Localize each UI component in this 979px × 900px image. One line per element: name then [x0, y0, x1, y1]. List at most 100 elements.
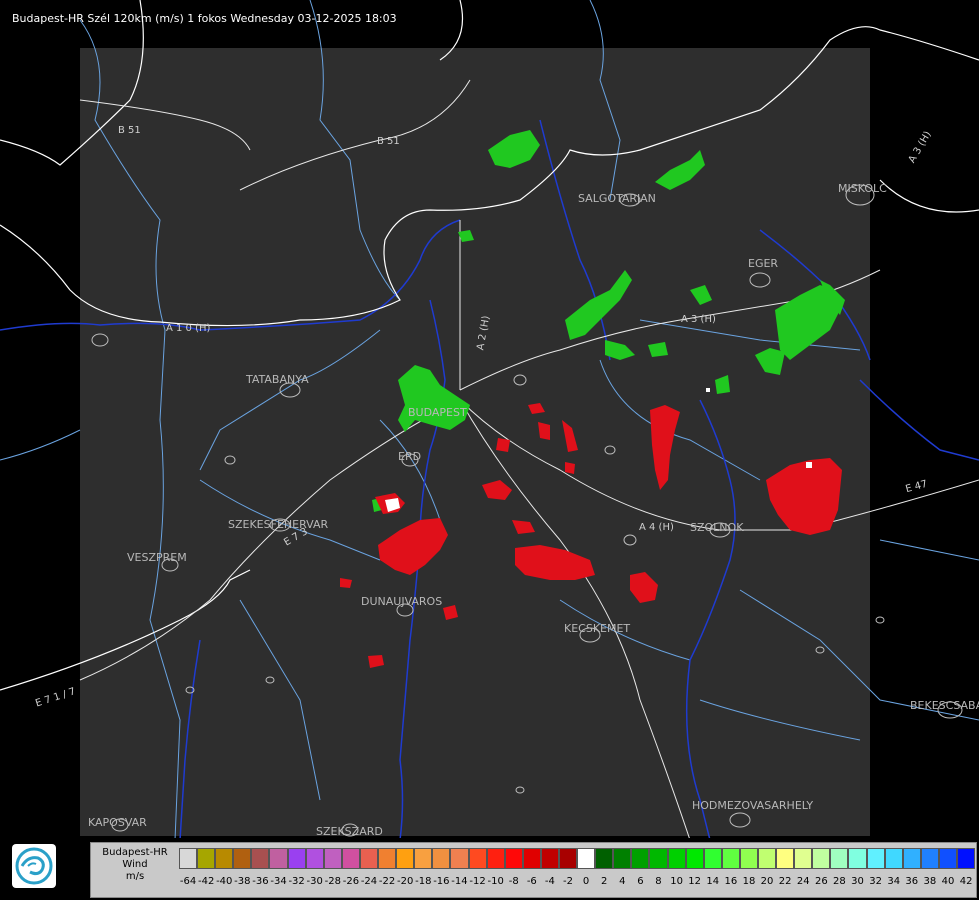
county-lines — [0, 0, 979, 840]
road-label: E 7 1 / 7 — [34, 686, 77, 709]
legend-swatches — [179, 848, 976, 869]
legend-swatch — [233, 848, 252, 869]
road-label: B 51 — [118, 125, 141, 136]
city-label: SZEKSZARD — [316, 825, 383, 838]
legend-tick-label: 38 — [923, 876, 937, 887]
logo-icon — [12, 844, 56, 888]
legend-tick-label: 12 — [688, 876, 702, 887]
legend-title-line: Budapest-HR — [102, 847, 168, 858]
road-label: A 1 0 (H) — [166, 323, 211, 334]
legend-swatch — [558, 848, 578, 869]
legend-tick-label: -32 — [288, 876, 305, 887]
city-label: KECSKEMET — [564, 622, 630, 635]
city-label: HODMEZOVASARHELY — [692, 799, 813, 812]
legend-tick-label: -26 — [342, 876, 360, 887]
legend-tick-label: 14 — [706, 876, 720, 887]
legend-swatch — [595, 848, 614, 869]
city-label: VESZPREM — [127, 551, 187, 564]
legend-swatch — [830, 848, 849, 869]
city-label: ERD — [398, 450, 421, 463]
legend-tick-label: -42 — [197, 876, 215, 887]
legend-tick-label: 2 — [601, 876, 608, 887]
legend-tick-label: 32 — [869, 876, 882, 887]
road-label: B 51 — [377, 136, 400, 147]
legend-ticks: -64 -42 -40 -38 -36 -34 -32 -30 -28 -26 -24 -22 -20-… — [179, 876, 975, 890]
legend-tick-label: 6 — [637, 876, 644, 887]
legend-swatch — [450, 848, 469, 869]
legend-swatch — [432, 848, 451, 869]
legend-tick-label: -8 — [508, 876, 519, 887]
legend-tick-label: -64 — [179, 876, 197, 887]
legend-tick-label: -20 — [397, 876, 414, 887]
road-label: A 3 (H) — [907, 129, 934, 165]
legend-tick-label: 26 — [814, 876, 828, 887]
legend-tick-label: -14 — [451, 876, 468, 887]
legend-swatch — [577, 848, 596, 869]
legend-tick-label: -2 — [563, 876, 573, 887]
legend-swatch — [396, 848, 415, 869]
legend-swatch — [649, 848, 668, 869]
road-labels: B 51 B 51 A 3 (H) A 3 (H) A 1 0 (H) A 2 … — [34, 125, 934, 710]
legend-tick-label: -16 — [433, 876, 450, 887]
city-label: DUNAUJVAROS — [361, 595, 442, 608]
legend-tick-label: 16 — [724, 876, 738, 887]
legend-swatch — [812, 848, 831, 869]
legend-swatch — [613, 848, 632, 869]
legend-tick-label: -38 — [234, 876, 251, 887]
legend-swatch — [631, 848, 650, 869]
color-legend: Budapest-HR Wind m/s -64 -42 -40 -38 -36 -34-… — [90, 842, 977, 898]
legend-tick-label: -36 — [252, 876, 269, 887]
legend-swatch — [287, 848, 306, 869]
legend-swatch — [323, 848, 342, 869]
legend-swatch — [758, 848, 777, 869]
legend-tick-label: 36 — [905, 876, 919, 887]
road-label: A 4 (H) — [639, 522, 674, 533]
legend-swatch — [866, 848, 885, 869]
legend-tick-label: -10 — [487, 876, 504, 887]
legend-tick-label: 20 — [760, 876, 774, 887]
legend-swatch — [540, 848, 559, 869]
legend-swatch — [251, 848, 270, 869]
legend-tick-label: 42 — [959, 876, 973, 887]
legend-swatch — [197, 848, 216, 869]
legend-tick-label: 24 — [796, 876, 810, 887]
city-label: SZOLNOK — [690, 521, 744, 534]
legend-tick-label: -24 — [360, 876, 378, 887]
legend-tick-label: -30 — [306, 876, 323, 887]
city-label: SZEKESFEHERVAR — [228, 518, 329, 531]
legend-swatch — [703, 848, 722, 869]
legend-swatch — [522, 848, 541, 869]
legend-tick-label: -22 — [378, 876, 396, 887]
legend-tick-label: -34 — [270, 876, 287, 887]
legend-swatch — [848, 848, 867, 869]
legend-swatch — [468, 848, 487, 869]
legend-swatch — [486, 848, 505, 869]
legend-swatch — [179, 848, 198, 869]
legend-tick-label: 18 — [742, 876, 756, 887]
legend-swatch — [957, 848, 976, 869]
legend-swatch — [341, 848, 360, 869]
legend-tick-label: 34 — [887, 876, 901, 887]
legend-tick-label: -6 — [526, 876, 537, 887]
legend-tick-label: 40 — [941, 876, 955, 887]
legend-swatch — [305, 848, 324, 869]
city-label: EGER — [748, 257, 778, 270]
city-label: KAPOSVAR — [88, 816, 147, 829]
legend-tick-label: -28 — [324, 876, 341, 887]
legend-tick-label: 30 — [851, 876, 864, 887]
legend-tick-label: -18 — [415, 876, 432, 887]
legend-swatch — [884, 848, 903, 869]
legend-swatch — [902, 848, 921, 869]
city-label: SALGOTARJAN — [578, 192, 656, 205]
radar-map: B 51 B 51 A 3 (H) A 3 (H) A 1 0 (H) A 2 … — [0, 0, 979, 840]
city-label: MISKOLC — [838, 182, 887, 195]
legend-swatch — [414, 848, 433, 869]
road-label: E 47 — [904, 479, 928, 495]
legend-swatch — [269, 848, 288, 869]
city-label: BUDAPEST — [408, 406, 467, 419]
road-label: A 3 (H) — [681, 314, 716, 325]
legend-swatch — [667, 848, 686, 869]
legend-tick-label: 0 — [582, 876, 590, 887]
city-label: TATABANYA — [245, 373, 309, 386]
legend-swatch — [378, 848, 397, 869]
